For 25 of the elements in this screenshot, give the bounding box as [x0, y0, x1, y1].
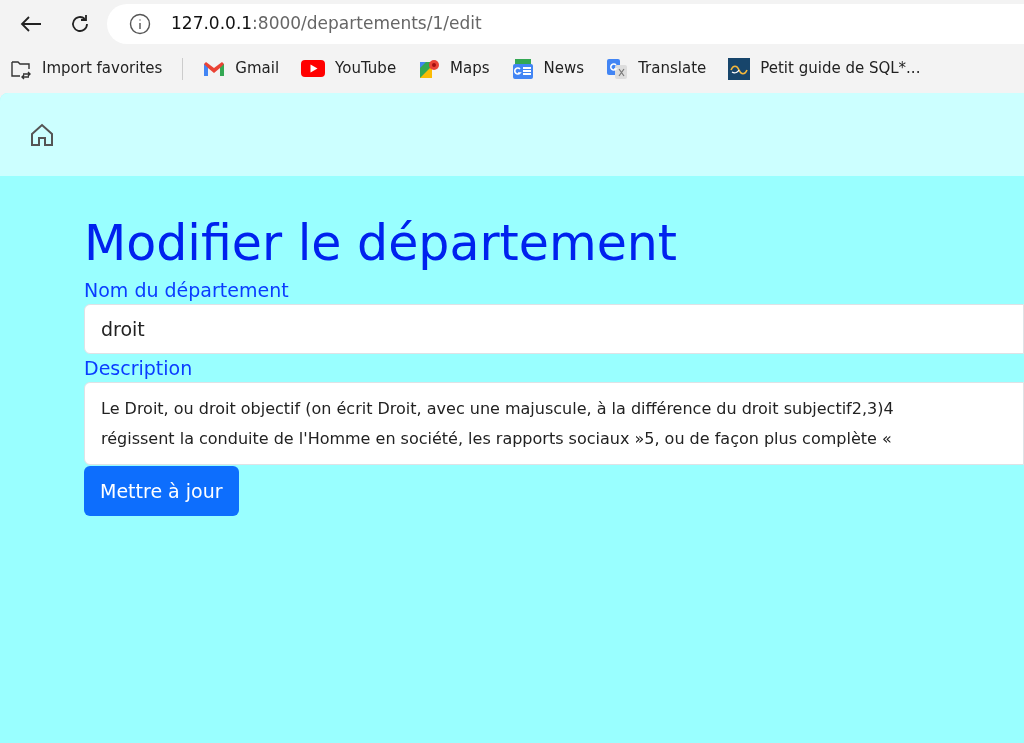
site-logo-icon	[728, 57, 751, 80]
bookmark-item[interactable]: Gmail	[203, 57, 280, 80]
url-text: 127.0.0.1:8000/departements/1/edit	[171, 12, 482, 36]
field-label: Nom du département	[84, 278, 290, 303]
bookmark-item[interactable]: YouTube	[301, 57, 397, 80]
newspaper-icon	[511, 57, 534, 80]
bookmark-item[interactable]: Maps	[418, 57, 490, 80]
play-icon	[301, 60, 326, 77]
address-bar[interactable]: 127.0.0.1:8000/departements/1/edit	[107, 4, 1024, 44]
bookmark-item[interactable]: Petit guide de SQL*...	[728, 57, 921, 80]
mail-icon	[203, 60, 226, 77]
map-pin-icon	[418, 57, 441, 80]
input-field[interactable]: droit	[84, 304, 1024, 354]
field-label: Description	[84, 356, 194, 381]
description-field[interactable]: Le Droit, ou droit objectif (on écrit Droit, avec une majuscule, à la différence du droit subjectif2,3)4 régissent la conduite de l'Homme en société, les rapports sociaux »5, ou de façon plus complète «	[84, 382, 1024, 465]
reload-icon[interactable]	[69, 13, 91, 35]
update-button[interactable]: Mettre à jour	[84, 466, 239, 516]
home-icon[interactable]	[30, 122, 54, 147]
page-title: Modifier le département	[84, 214, 679, 274]
translate-icon	[606, 57, 629, 80]
back-arrow-icon[interactable]	[20, 15, 42, 33]
bookmark-item[interactable]: News	[511, 57, 585, 80]
info-icon[interactable]	[129, 13, 151, 35]
bookmark-item[interactable]: Import favorites	[10, 57, 163, 80]
bookmark-item[interactable]: Translate	[606, 57, 707, 80]
